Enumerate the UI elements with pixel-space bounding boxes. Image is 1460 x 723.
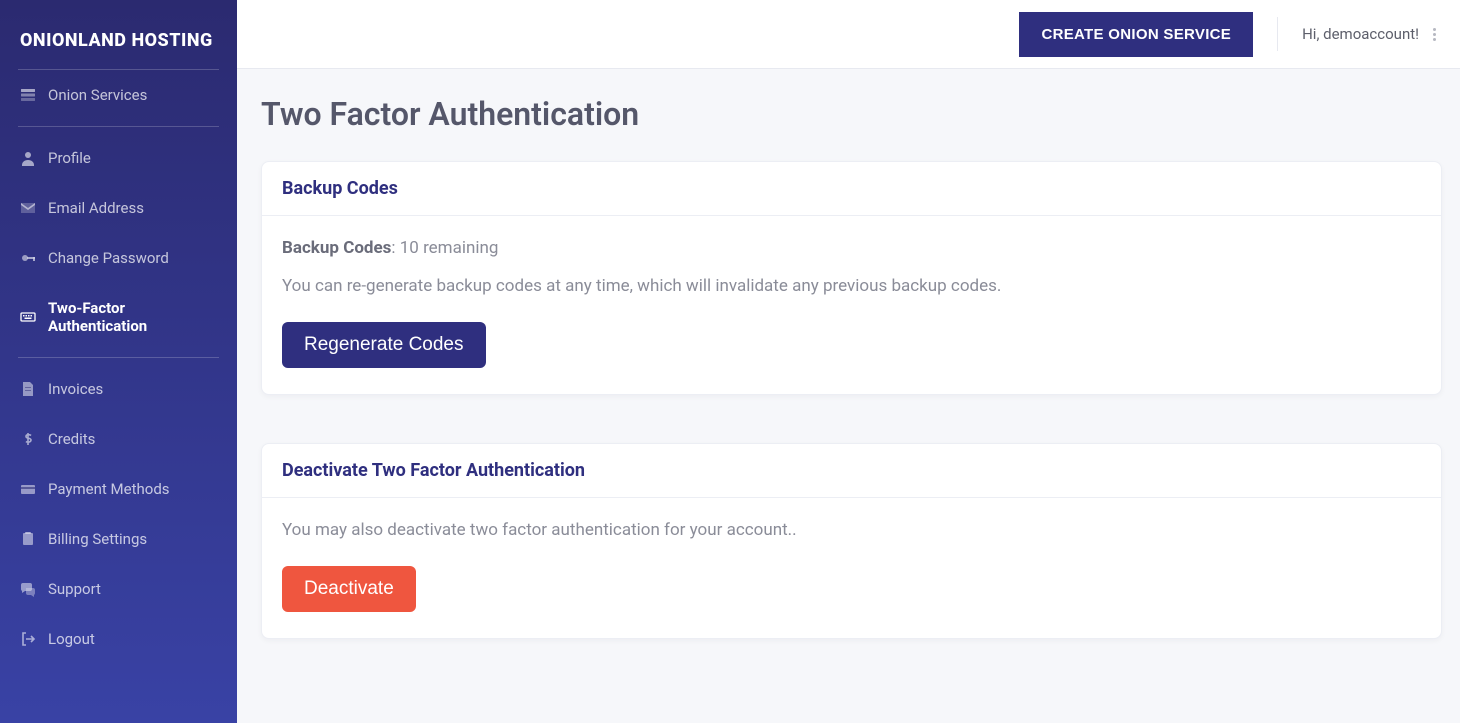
chat-icon — [20, 581, 36, 597]
divider — [18, 126, 219, 127]
user-icon — [20, 150, 36, 166]
keyboard-icon — [20, 309, 36, 325]
deactivate-button[interactable]: Deactivate — [282, 566, 416, 612]
sidebar-nav: Onion Services Profile Email Address — [0, 70, 237, 664]
sidebar-item-label: Billing Settings — [48, 530, 147, 548]
sidebar-item-label: Support — [48, 580, 101, 598]
sidebar-item-two-factor[interactable]: Two-Factor Authentication — [0, 283, 237, 351]
sidebar-item-invoices[interactable]: Invoices — [0, 364, 237, 414]
invoice-icon — [20, 381, 36, 397]
card-title: Deactivate Two Factor Authentication — [282, 460, 1421, 481]
card-title: Backup Codes — [282, 178, 1421, 199]
backup-codes-card: Backup Codes Backup Codes: 10 remaining … — [261, 161, 1442, 395]
deactivate-2fa-card: Deactivate Two Factor Authentication You… — [261, 443, 1442, 639]
page-title: Two Factor Authentication — [261, 95, 1442, 133]
user-menu[interactable]: Hi, demoaccount! — [1277, 17, 1440, 51]
dollar-icon — [20, 431, 36, 447]
email-icon — [20, 200, 36, 216]
sidebar-item-logout[interactable]: Logout — [0, 614, 237, 664]
card-body: Backup Codes: 10 remaining You can re-ge… — [262, 216, 1441, 394]
backup-codes-count: : 10 remaining — [391, 238, 498, 258]
sidebar-item-label: Email Address — [48, 199, 144, 217]
card-icon — [20, 481, 36, 497]
main-region: CREATE ONION SERVICE Hi, demoaccount! Tw… — [237, 0, 1460, 723]
backup-codes-label: Backup Codes — [282, 238, 391, 258]
logout-icon — [20, 631, 36, 647]
key-icon — [20, 250, 36, 266]
sidebar-item-billing-settings[interactable]: Billing Settings — [0, 514, 237, 564]
sidebar-item-change-password[interactable]: Change Password — [0, 233, 237, 283]
content-area: Two Factor Authentication Backup Codes B… — [237, 69, 1460, 717]
clipboard-icon — [20, 531, 36, 547]
sidebar-item-support[interactable]: Support — [0, 564, 237, 614]
sidebar-item-email[interactable]: Email Address — [0, 183, 237, 233]
sidebar-item-label: Change Password — [48, 249, 169, 267]
sidebar-item-label: Logout — [48, 630, 95, 648]
sidebar-item-label: Two-Factor Authentication — [48, 299, 217, 335]
divider — [18, 357, 219, 358]
sidebar-item-label: Onion Services — [48, 86, 147, 104]
sidebar-item-profile[interactable]: Profile — [0, 133, 237, 183]
brand-title[interactable]: ONIONLAND HOSTING — [0, 20, 237, 69]
sidebar-item-onion-services[interactable]: Onion Services — [0, 70, 237, 120]
regenerate-codes-button[interactable]: Regenerate Codes — [282, 322, 486, 368]
sidebar: ONIONLAND HOSTING Onion Services Profile — [0, 0, 237, 723]
backup-codes-help: You can re-generate backup codes at any … — [282, 276, 1421, 296]
sidebar-item-label: Invoices — [48, 380, 103, 398]
app-root: ONIONLAND HOSTING Onion Services Profile — [0, 0, 1460, 723]
layers-icon — [20, 87, 36, 103]
sidebar-item-label: Payment Methods — [48, 480, 170, 498]
sidebar-item-label: Credits — [48, 430, 95, 448]
kebab-menu-icon[interactable] — [1429, 24, 1440, 45]
create-onion-service-button[interactable]: CREATE ONION SERVICE — [1019, 12, 1253, 57]
topbar: CREATE ONION SERVICE Hi, demoaccount! — [237, 0, 1460, 69]
card-header: Backup Codes — [262, 162, 1441, 216]
backup-codes-remaining: Backup Codes: 10 remaining — [282, 238, 1421, 258]
greeting-text: Hi, demoaccount! — [1302, 25, 1419, 43]
card-body: You may also deactivate two factor authe… — [262, 498, 1441, 638]
sidebar-item-payment-methods[interactable]: Payment Methods — [0, 464, 237, 514]
sidebar-item-label: Profile — [48, 149, 91, 167]
sidebar-item-credits[interactable]: Credits — [0, 414, 237, 464]
deactivate-help: You may also deactivate two factor authe… — [282, 520, 1421, 540]
card-header: Deactivate Two Factor Authentication — [262, 444, 1441, 498]
